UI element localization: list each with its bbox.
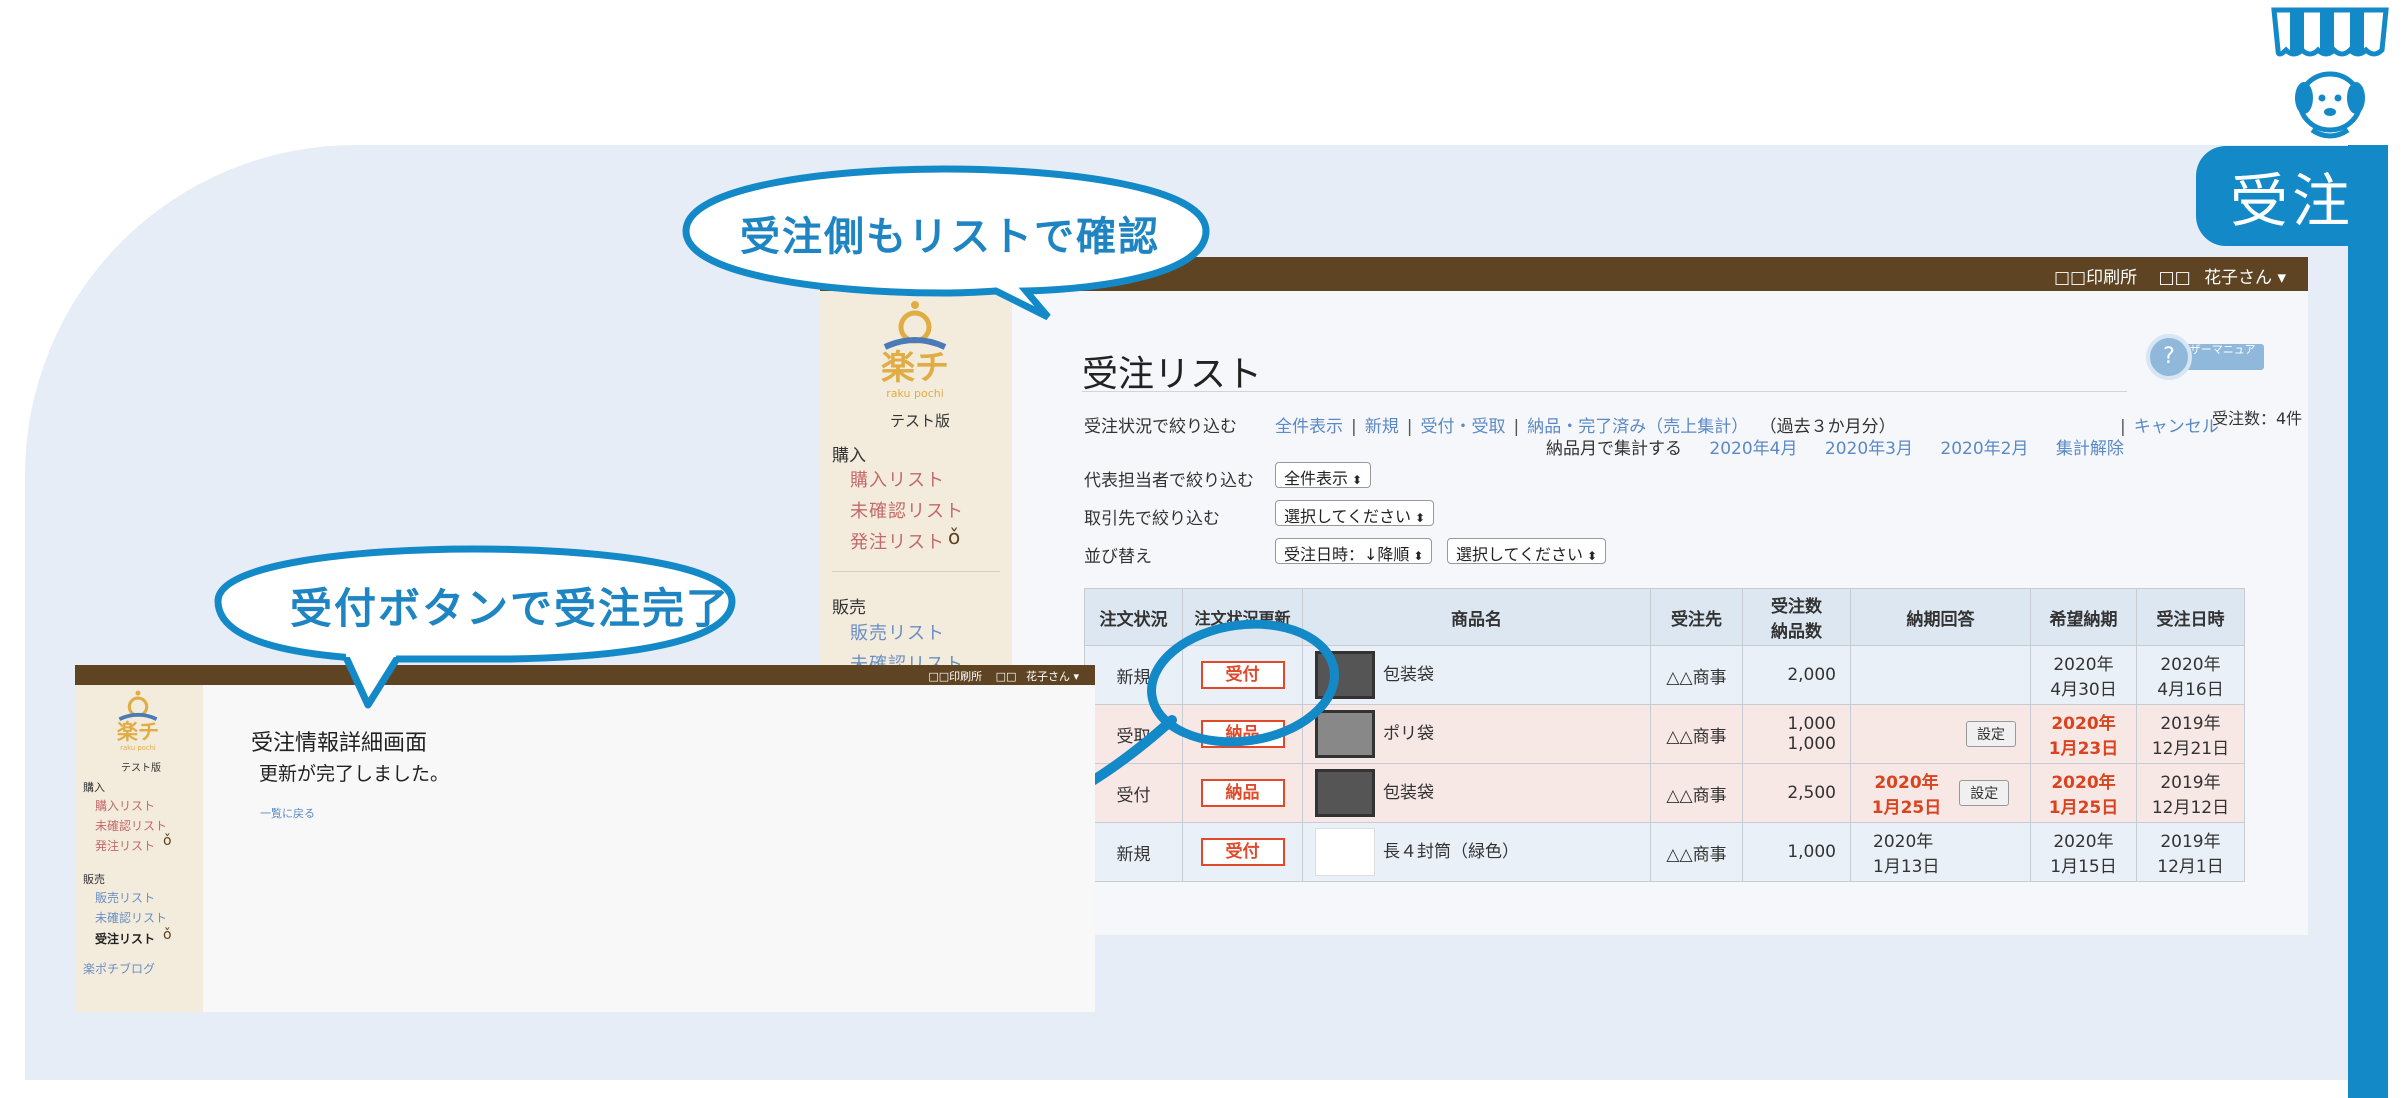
mascot-small-icon: ǒ xyxy=(163,833,172,849)
logo-icon[interactable]: 楽チ raku pochi xyxy=(107,689,169,753)
nav-item-unconfirmed-sell-small[interactable]: 未確認リスト xyxy=(95,909,167,926)
nav-item-received-orders-small[interactable]: 受注リスト xyxy=(95,930,155,947)
speech-bubble-left-text: 受付ボタンで受注完了 xyxy=(290,584,731,633)
speech-bubble-top-text: 受注側もリストで確認 xyxy=(740,214,1160,260)
nav-item-sales-list-small[interactable]: 販売リスト xyxy=(95,889,155,906)
edition-label-small: テスト版 xyxy=(121,763,161,774)
nav-item-unconfirmed-buy-small[interactable]: 未確認リスト xyxy=(95,817,167,834)
slide-canvas: 受注 □□印刷所 □□ 花子さん ▾ 楽チ raku pochi テスト版 購入… xyxy=(0,0,2408,1098)
blog-link[interactable]: 楽ポチブログ xyxy=(83,960,155,977)
highlight-ellipse xyxy=(1147,619,1339,747)
svg-text:楽チ: 楽チ xyxy=(117,719,159,744)
nav-item-purchase-list-small[interactable]: 購入リスト xyxy=(95,797,155,814)
nav-item-order-list-small[interactable]: 発注リスト xyxy=(95,837,155,854)
nav-heading-sell-small: 販売 xyxy=(83,873,105,886)
svg-text:raku pochi: raku pochi xyxy=(120,744,156,752)
detail-message: 更新が完了しました。 xyxy=(259,763,450,785)
nav-heading-buy-small: 購入 xyxy=(83,781,105,794)
sidebar-small: 楽チ raku pochi テスト版 購入 購入リスト 未確認リスト 発注リスト… xyxy=(75,685,203,1012)
back-to-list-link[interactable]: 一覧に戻る xyxy=(260,805,315,821)
mascot-small-icon: ǒ xyxy=(163,927,172,943)
detail-title: 受注情報詳細画面 xyxy=(251,731,428,756)
order-detail-screenshot: □□印刷所 □□ 花子さん ▾ 楽チ raku pochi テスト版 購入 購入… xyxy=(75,665,1095,1012)
user-menu-small[interactable]: □□印刷所 □□ 花子さん ▾ xyxy=(928,668,1079,684)
